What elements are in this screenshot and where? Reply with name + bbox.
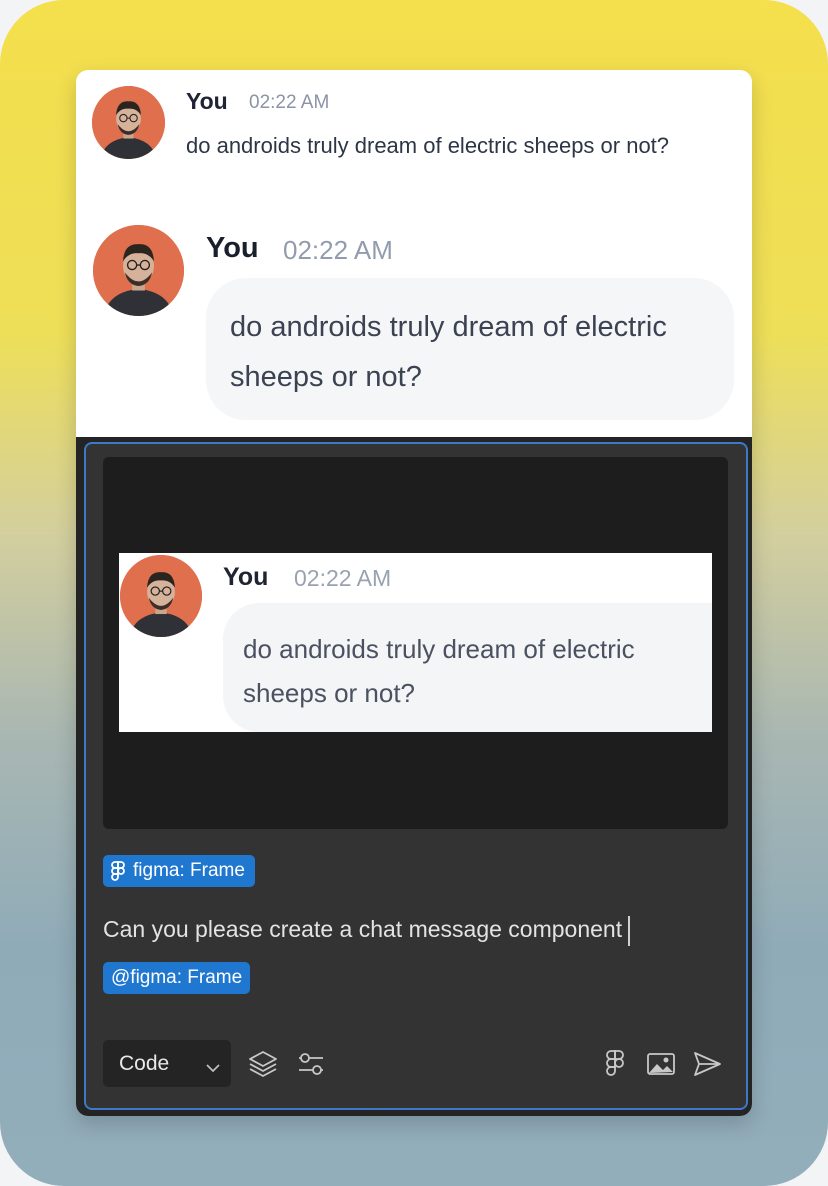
mode-select[interactable]: Code — [103, 1040, 231, 1087]
figma-icon[interactable] — [599, 1048, 631, 1080]
background: You 02:22 AM do androids truly dream of … — [0, 0, 828, 1186]
message-author: You — [206, 232, 259, 264]
avatar — [93, 225, 184, 316]
chat-card: You 02:22 AM do androids truly dream of … — [76, 70, 752, 1116]
composer-panel: You 02:22 AM do androids truly dream of … — [76, 437, 752, 1116]
sliders-icon[interactable] — [295, 1048, 327, 1080]
preview-bubble: do androids truly dream of electric shee… — [223, 603, 712, 732]
message-text: do androids truly dream of electric shee… — [230, 311, 667, 393]
chevron-down-icon — [205, 1056, 221, 1080]
preview-frame: You 02:22 AM do androids truly dream of … — [119, 553, 712, 732]
text-cursor — [628, 915, 631, 946]
preview-author: You — [223, 563, 269, 591]
message-bubble: do androids truly dream of electric shee… — [206, 278, 734, 420]
preview-timestamp: 02:22 AM — [294, 565, 392, 591]
message-text: do androids truly dream of electric shee… — [186, 133, 670, 158]
message-timestamp: 02:22 AM — [249, 92, 330, 113]
attachment-chip[interactable]: figma: Frame — [103, 855, 255, 887]
avatar — [92, 86, 165, 159]
figma-icon — [111, 861, 125, 881]
prompt-composer[interactable]: You 02:22 AM do androids truly dream of … — [84, 442, 748, 1110]
message-timestamp: 02:22 AM — [283, 235, 393, 265]
prompt-text: Can you please create a chat message com… — [103, 916, 623, 942]
composer-toolbar: Code — [103, 1040, 728, 1088]
image-icon[interactable] — [645, 1048, 677, 1080]
attachment-preview[interactable]: You 02:22 AM do androids truly dream of … — [103, 457, 728, 829]
preview-text: do androids truly dream of electric shee… — [243, 634, 635, 708]
avatar — [120, 555, 202, 637]
mode-select-value: Code — [119, 1052, 170, 1075]
layers-icon[interactable] — [247, 1048, 279, 1080]
send-icon[interactable] — [691, 1048, 723, 1080]
attachment-chip-label: figma: Frame — [133, 860, 245, 881]
mention-tag[interactable]: @figma: Frame — [103, 961, 251, 994]
message-author: You — [186, 88, 228, 114]
prompt-input[interactable]: Can you please create a chat message com… — [103, 906, 703, 1000]
